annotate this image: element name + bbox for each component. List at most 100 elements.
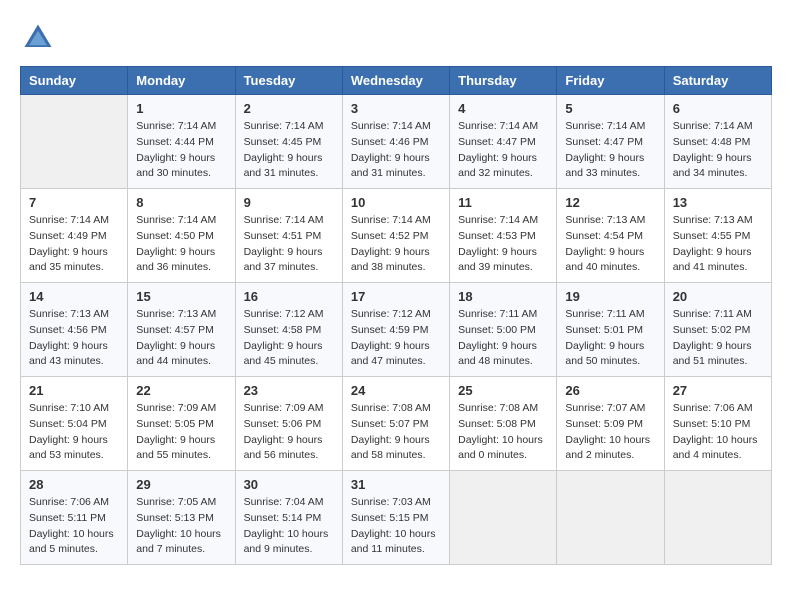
weekday-header-sunday: Sunday (21, 67, 128, 95)
calendar-cell: 24Sunrise: 7:08 AM Sunset: 5:07 PM Dayli… (342, 377, 449, 471)
page-header (20, 20, 772, 56)
day-number: 30 (244, 477, 334, 492)
day-info: Sunrise: 7:12 AM Sunset: 4:58 PM Dayligh… (244, 307, 334, 370)
weekday-header-row: SundayMondayTuesdayWednesdayThursdayFrid… (21, 67, 772, 95)
calendar-cell: 21 Sunrise: 7:10 AM Sunset: 5:04 PM Dayli… (21, 377, 128, 471)
calendar-cell: 29 Sunrise: 7:05 AM Sunset: 5:13 PM Dayli… (128, 471, 235, 565)
day-info: Sunrise: 7:14 AM Sunset: 4:53 PM Dayligh… (458, 213, 548, 276)
day-info: Sunrise: 7:11 AM Sunset: 5:02 PM Dayligh… (673, 307, 763, 370)
day-info: Sunrise: 7:13 AM Sunset: 4:54 PM Dayligh… (565, 213, 655, 276)
calendar-cell: 1 Sunrise: 7:14 AM Sunset: 4:44 PM Daylig… (128, 95, 235, 189)
day-info: Sunrise: 7:10 AM Sunset: 5:04 PM Dayligh… (29, 401, 119, 464)
logo-icon (20, 20, 56, 56)
calendar-cell: 13 Sunrise: 7:13 AM Sunset: 4:55 PM Dayli… (664, 189, 771, 283)
day-info: Sunrise: 7:04 AM Sunset: 5:14 PM Dayligh… (244, 495, 334, 558)
calendar-cell: 25 Sunrise: 7:08 AM Sunset: 5:08 PM Dayli… (450, 377, 557, 471)
day-number: 21 (29, 383, 119, 398)
day-number: 18 (458, 289, 548, 304)
calendar-cell (21, 95, 128, 189)
weekday-header-tuesday: Tuesday (235, 67, 342, 95)
calendar-cell: 28 Sunrise: 7:06 AM Sunset: 5:11 PM Dayli… (21, 471, 128, 565)
calendar-cell: 5 Sunrise: 7:14 AM Sunset: 4:47 PM Daylig… (557, 95, 664, 189)
day-info: Sunrise: 7:09 AM Sunset: 5:06 PM Dayligh… (244, 401, 334, 464)
day-info: Sunrise: 7:08 AM Sunset: 5:08 PM Dayligh… (458, 401, 548, 464)
day-number: 3 (351, 101, 441, 116)
calendar-cell: 19 Sunrise: 7:11 AM Sunset: 5:01 PM Dayli… (557, 283, 664, 377)
day-info: Sunrise: 7:06 AM Sunset: 5:10 PM Dayligh… (673, 401, 763, 464)
weekday-header-monday: Monday (128, 67, 235, 95)
day-number: 2 (244, 101, 334, 116)
calendar-cell: 11 Sunrise: 7:14 AM Sunset: 4:53 PM Dayli… (450, 189, 557, 283)
day-number: 23 (244, 383, 334, 398)
calendar-table: SundayMondayTuesdayWednesdayThursdayFrid… (20, 66, 772, 565)
day-number: 7 (29, 195, 119, 210)
calendar-cell: 26 Sunrise: 7:07 AM Sunset: 5:09 PM Dayli… (557, 377, 664, 471)
day-number: 28 (29, 477, 119, 492)
calendar-cell: 30 Sunrise: 7:04 AM Sunset: 5:14 PM Dayli… (235, 471, 342, 565)
day-number: 16 (244, 289, 334, 304)
calendar-cell: 17 Sunrise: 7:12 AM Sunset: 4:59 PM Dayli… (342, 283, 449, 377)
weekday-header-saturday: Saturday (664, 67, 771, 95)
calendar-week-row: 21 Sunrise: 7:10 AM Sunset: 5:04 PM Dayli… (21, 377, 772, 471)
day-number: 24 (351, 383, 441, 398)
day-number: 22 (136, 383, 226, 398)
day-info: Sunrise: 7:14 AM Sunset: 4:52 PM Dayligh… (351, 213, 441, 276)
day-number: 17 (351, 289, 441, 304)
day-number: 29 (136, 477, 226, 492)
day-number: 13 (673, 195, 763, 210)
calendar-week-row: 28 Sunrise: 7:06 AM Sunset: 5:11 PM Dayli… (21, 471, 772, 565)
calendar-cell (557, 471, 664, 565)
day-number: 4 (458, 101, 548, 116)
day-info: Sunrise: 7:12 AM Sunset: 4:59 PM Dayligh… (351, 307, 441, 370)
day-info: Sunrise: 7:13 AM Sunset: 4:56 PM Dayligh… (29, 307, 119, 370)
day-number: 11 (458, 195, 548, 210)
day-info: Sunrise: 7:11 AM Sunset: 5:00 PM Dayligh… (458, 307, 548, 370)
day-number: 31 (351, 477, 441, 492)
calendar-cell: 4Sunrise: 7:14 AM Sunset: 4:47 PM Daylig… (450, 95, 557, 189)
calendar-cell: 18 Sunrise: 7:11 AM Sunset: 5:00 PM Dayli… (450, 283, 557, 377)
day-info: Sunrise: 7:14 AM Sunset: 4:47 PM Dayligh… (565, 119, 655, 182)
day-number: 26 (565, 383, 655, 398)
day-number: 5 (565, 101, 655, 116)
calendar-week-row: 1 Sunrise: 7:14 AM Sunset: 4:44 PM Daylig… (21, 95, 772, 189)
day-info: Sunrise: 7:09 AM Sunset: 5:05 PM Dayligh… (136, 401, 226, 464)
day-info: Sunrise: 7:13 AM Sunset: 4:55 PM Dayligh… (673, 213, 763, 276)
calendar-cell: 27Sunrise: 7:06 AM Sunset: 5:10 PM Dayli… (664, 377, 771, 471)
day-info: Sunrise: 7:14 AM Sunset: 4:45 PM Dayligh… (244, 119, 334, 182)
day-info: Sunrise: 7:13 AM Sunset: 4:57 PM Dayligh… (136, 307, 226, 370)
calendar-cell: 9 Sunrise: 7:14 AM Sunset: 4:51 PM Daylig… (235, 189, 342, 283)
calendar-cell (450, 471, 557, 565)
day-number: 12 (565, 195, 655, 210)
logo (20, 20, 60, 56)
day-info: Sunrise: 7:14 AM Sunset: 4:51 PM Dayligh… (244, 213, 334, 276)
weekday-header-friday: Friday (557, 67, 664, 95)
calendar-week-row: 14 Sunrise: 7:13 AM Sunset: 4:56 PM Dayli… (21, 283, 772, 377)
calendar-cell: 20 Sunrise: 7:11 AM Sunset: 5:02 PM Dayli… (664, 283, 771, 377)
day-number: 1 (136, 101, 226, 116)
day-info: Sunrise: 7:05 AM Sunset: 5:13 PM Dayligh… (136, 495, 226, 558)
day-info: Sunrise: 7:07 AM Sunset: 5:09 PM Dayligh… (565, 401, 655, 464)
calendar-cell: 3 Sunrise: 7:14 AM Sunset: 4:46 PM Daylig… (342, 95, 449, 189)
day-info: Sunrise: 7:06 AM Sunset: 5:11 PM Dayligh… (29, 495, 119, 558)
day-number: 19 (565, 289, 655, 304)
calendar-cell: 16 Sunrise: 7:12 AM Sunset: 4:58 PM Dayli… (235, 283, 342, 377)
weekday-header-thursday: Thursday (450, 67, 557, 95)
calendar-cell: 10 Sunrise: 7:14 AM Sunset: 4:52 PM Dayli… (342, 189, 449, 283)
day-info: Sunrise: 7:03 AM Sunset: 5:15 PM Dayligh… (351, 495, 441, 558)
calendar-cell: 2 Sunrise: 7:14 AM Sunset: 4:45 PM Daylig… (235, 95, 342, 189)
day-number: 14 (29, 289, 119, 304)
calendar-cell: 8Sunrise: 7:14 AM Sunset: 4:50 PM Daylig… (128, 189, 235, 283)
day-number: 10 (351, 195, 441, 210)
day-info: Sunrise: 7:14 AM Sunset: 4:44 PM Dayligh… (136, 119, 226, 182)
day-info: Sunrise: 7:14 AM Sunset: 4:49 PM Dayligh… (29, 213, 119, 276)
calendar-cell: 22 Sunrise: 7:09 AM Sunset: 5:05 PM Dayli… (128, 377, 235, 471)
day-number: 9 (244, 195, 334, 210)
day-info: Sunrise: 7:14 AM Sunset: 4:46 PM Dayligh… (351, 119, 441, 182)
day-number: 20 (673, 289, 763, 304)
day-info: Sunrise: 7:14 AM Sunset: 4:48 PM Dayligh… (673, 119, 763, 182)
calendar-cell: 12 Sunrise: 7:13 AM Sunset: 4:54 PM Dayli… (557, 189, 664, 283)
day-info: Sunrise: 7:11 AM Sunset: 5:01 PM Dayligh… (565, 307, 655, 370)
calendar-cell: 15Sunrise: 7:13 AM Sunset: 4:57 PM Dayli… (128, 283, 235, 377)
day-number: 25 (458, 383, 548, 398)
calendar-week-row: 7 Sunrise: 7:14 AM Sunset: 4:49 PM Daylig… (21, 189, 772, 283)
